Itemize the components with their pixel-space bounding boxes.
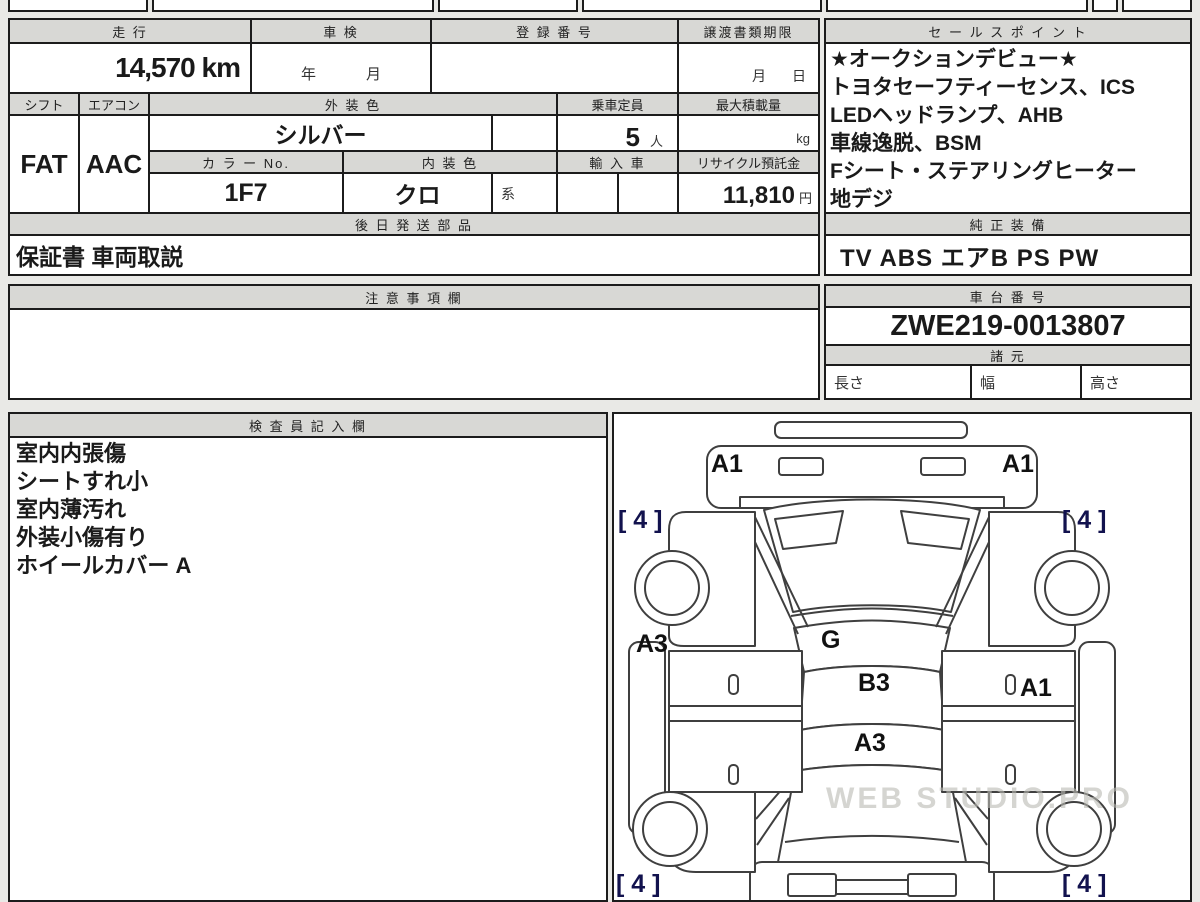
color-no-header: カ ラ ー No. (148, 150, 344, 174)
aircon-value: AAC (85, 148, 143, 179)
inspector-note-line: 室内内張傷 (16, 441, 127, 466)
chassis-header: 車 台 番 号 (824, 284, 1192, 308)
recycle-value: 11,810 (722, 182, 795, 209)
left-front-door-handle (728, 674, 739, 695)
spec-length-label: 長さ (834, 374, 865, 392)
sales-point-line: トヨタセーフティーセンス、ICS (830, 76, 1136, 99)
front-spoiler-shape (774, 421, 968, 439)
color-no-value: 1F7 (224, 178, 268, 207)
sales-point-line: Fシート・ステアリングヒーター (830, 160, 1137, 183)
spec-width-label: 幅 (980, 374, 996, 392)
import-cell-1 (556, 172, 619, 214)
damage-code-label: A3 (636, 630, 668, 658)
sales-point-line: ★オークションデビュー★ (830, 48, 1078, 71)
shaken-header: 車 検 (250, 18, 432, 44)
exterior-color-header: 外 装 色 (148, 92, 558, 116)
car-outline-diagram (628, 421, 1116, 900)
damage-code-label: A1 (1020, 674, 1052, 702)
exterior-color-extra (491, 114, 558, 152)
ship-later-header: 後 日 発 送 部 品 (8, 212, 820, 236)
watermark: WEB STUDIO.PRO (826, 782, 1134, 815)
aircon-header: エアコン (78, 92, 150, 116)
left-rear-door-handle (728, 764, 739, 785)
inspector-note-line: 室内薄汚れ (16, 497, 127, 522)
damage-code-label: G (821, 626, 841, 654)
max-load-unit: kg (796, 131, 810, 146)
cutoff-cell (1122, 0, 1192, 12)
max-load-header: 最大積載量 (677, 92, 820, 116)
interior-color-suffix: 系 (501, 186, 515, 202)
capacity-header: 乗車定員 (556, 92, 679, 116)
sales-points-header: セ ー ル ス ポ イ ン ト (824, 18, 1192, 44)
cutoff-cell (8, 0, 148, 12)
inspector-box: 室内内張傷シートすれ小 室内薄汚れ外装小傷有りホイールカバー A (8, 436, 608, 902)
notes-header: 注 意 事 項 欄 (8, 284, 820, 310)
inspector-header: 検 査 員 記 入 欄 (8, 412, 608, 438)
capacity-value: 5 (625, 122, 640, 152)
tire-grade-label: [ 4 ] (1062, 506, 1107, 534)
inspector-note-line: シートすれ小 (16, 469, 149, 494)
inspector-note-line: 外装小傷有り (16, 525, 149, 550)
damage-code-label: A1 (711, 450, 743, 478)
shaken-year-label: 年 (300, 66, 316, 83)
cutoff-cell (152, 0, 434, 12)
import-header: 輸 入 車 (556, 150, 679, 174)
damage-code-label: B3 (858, 669, 890, 697)
recycle-unit: 円 (798, 191, 812, 206)
transfer-deadline-header: 譲渡書類期限 (677, 18, 820, 44)
chassis-value: ZWE219-0013807 (890, 309, 1126, 342)
interior-color-value: クロ (394, 182, 441, 208)
cutoff-cell (826, 0, 1088, 12)
car-diagram-box: WEB STUDIO.PRO A1 A1 [ 4 ] [ 4 ] A3 G B3 A3 A1 [ … (612, 412, 1192, 902)
right-front-door-handle (1005, 674, 1016, 695)
transfer-month-label: 月 (752, 68, 766, 84)
mileage-header: 走 行 (8, 18, 252, 44)
spec-height-label: 高さ (1090, 374, 1121, 392)
transfer-day-label: 日 (792, 68, 806, 84)
ship-later-value: 保証書 車両取説 (16, 244, 184, 270)
import-cell-2 (617, 172, 679, 214)
recycle-header: リサイクル預託金 (677, 150, 820, 174)
tire-grade-label: [ 4 ] (616, 870, 661, 898)
equipment-value: TV ABS エアB PS PW (840, 244, 1100, 272)
damage-code-label: A3 (854, 729, 886, 757)
sales-point-line: 地デジ (830, 188, 893, 211)
damage-code-label: A1 (1002, 450, 1034, 478)
sales-point-line: 車線逸脱、BSM (830, 132, 982, 155)
cutoff-cell (438, 0, 578, 12)
windshield-shape (793, 619, 951, 673)
auction-sheet: { "colors": { "page_bg": "#e9e9e6", "cel… (0, 0, 1200, 902)
exterior-color-value: シルバー (274, 122, 367, 148)
capacity-unit: 人 (649, 134, 663, 149)
sales-points-box: ★オークションデビュー★ トヨタセーフティーセンス、ICS LEDヘッドランプ、AH… (824, 42, 1192, 214)
tire-grade-label: [ 4 ] (1062, 870, 1107, 898)
equipment-header: 純 正 装 備 (824, 212, 1192, 236)
interior-color-header: 内 装 色 (342, 150, 558, 174)
shift-header: シフト (8, 92, 80, 116)
shift-value: FAT (20, 148, 68, 179)
tire-grade-label: [ 4 ] (618, 506, 663, 534)
sales-point-line: LEDヘッドランプ、AHB (830, 104, 1064, 127)
notes-value (8, 308, 820, 400)
inspector-note-line: ホイールカバー A (16, 553, 192, 578)
cutoff-cell (1092, 0, 1118, 12)
specs-header: 諸 元 (824, 344, 1192, 366)
cutoff-cell (582, 0, 822, 12)
shaken-month-label: 月 (365, 66, 381, 83)
mileage-value: 14,570 km (115, 52, 241, 83)
registration-value (430, 42, 679, 94)
registration-header: 登 録 番 号 (430, 18, 679, 44)
